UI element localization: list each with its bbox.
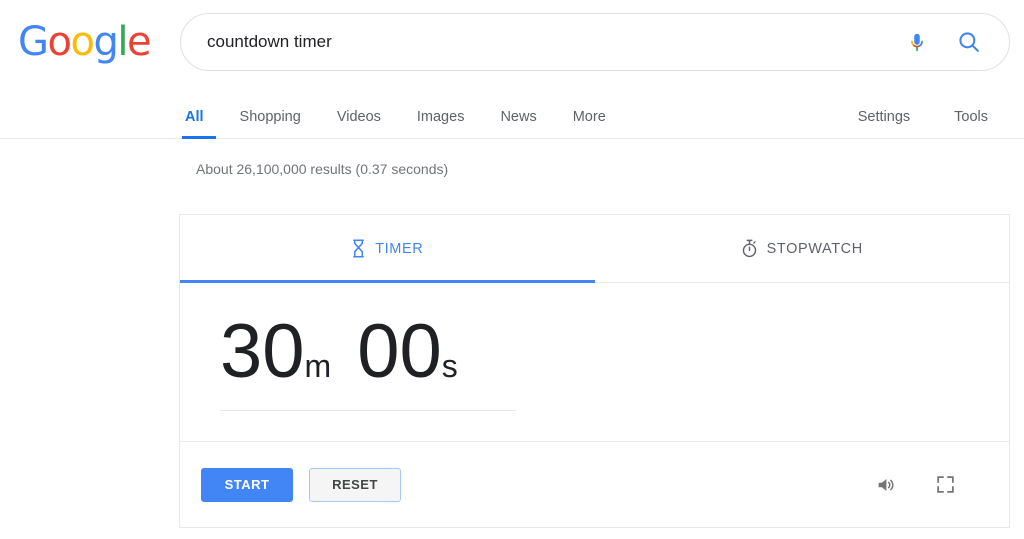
logo-letter-e: e: [126, 19, 152, 65]
search-nav-bar: All Shopping Videos Images News More Set…: [0, 95, 1024, 139]
settings-label: Settings: [857, 108, 911, 125]
widget-tab-stopwatch[interactable]: STOPWATCH: [595, 215, 1010, 282]
widget-tab-timer-label: TIMER: [375, 240, 424, 257]
settings-button[interactable]: Settings: [836, 95, 932, 138]
page-header: Google: [0, 0, 1024, 95]
nav-tab-more[interactable]: More: [555, 95, 624, 138]
search-icon[interactable]: [947, 20, 991, 64]
nav-tab-images[interactable]: Images: [399, 95, 483, 138]
microphone-icon[interactable]: [895, 20, 939, 64]
sound-on-icon[interactable]: [875, 474, 897, 496]
reset-button[interactable]: RESET: [309, 467, 401, 502]
timer-widget-card: TIMER STOPWATCH 30m 00s START RESET: [179, 214, 1010, 528]
tools-button[interactable]: Tools: [932, 95, 1010, 138]
nav-tab-news-label: News: [500, 108, 537, 125]
hourglass-icon: [351, 239, 366, 258]
timer-display-area: 30m 00s: [180, 283, 1009, 441]
nav-tab-all[interactable]: All: [180, 95, 222, 139]
stopwatch-icon: [741, 239, 758, 258]
nav-tab-videos-label: Videos: [336, 108, 381, 125]
logo-letter-g2: g: [93, 19, 118, 65]
nav-tab-shopping-label: Shopping: [239, 108, 301, 125]
logo-letter-l: l: [117, 19, 128, 65]
timer-minutes[interactable]: 30: [220, 309, 305, 394]
widget-tab-bar: TIMER STOPWATCH: [180, 215, 1009, 283]
nav-tabs-left: All Shopping Videos Images News More: [180, 95, 624, 139]
search-input[interactable]: [181, 32, 895, 52]
timer-value-display[interactable]: 30m 00s: [200, 313, 1009, 390]
nav-tab-news[interactable]: News: [482, 95, 554, 138]
nav-tab-videos[interactable]: Videos: [319, 95, 399, 138]
search-box[interactable]: [180, 13, 1010, 71]
nav-tabs-right: Settings Tools: [836, 95, 1010, 138]
widget-tab-timer[interactable]: TIMER: [180, 215, 595, 283]
google-logo[interactable]: Google: [18, 19, 152, 65]
nav-tab-images-label: Images: [416, 108, 465, 125]
timer-controls-row: START RESET: [180, 441, 1009, 527]
reset-button-label: RESET: [332, 477, 378, 492]
widget-tab-stopwatch-label: STOPWATCH: [766, 240, 863, 257]
timer-icon-controls: [875, 474, 982, 496]
logo-letter-g1: G: [18, 19, 49, 65]
nav-tab-shopping[interactable]: Shopping: [222, 95, 319, 138]
tools-label: Tools: [954, 108, 988, 125]
timer-seconds[interactable]: 00: [357, 309, 442, 394]
timer-minutes-unit: m: [304, 347, 332, 384]
nav-tab-more-label: More: [572, 108, 606, 125]
timer-input-underline: [220, 409, 516, 411]
logo-letter-o2: o: [70, 19, 94, 65]
start-button-label: START: [224, 477, 270, 492]
timer-seconds-unit: s: [441, 347, 458, 384]
nav-tab-all-label: All: [185, 108, 204, 125]
start-button[interactable]: START: [201, 467, 293, 502]
fullscreen-icon[interactable]: [935, 474, 956, 495]
logo-letter-o1: o: [47, 19, 72, 65]
result-stats: About 26,100,000 results (0.37 seconds): [196, 161, 449, 177]
